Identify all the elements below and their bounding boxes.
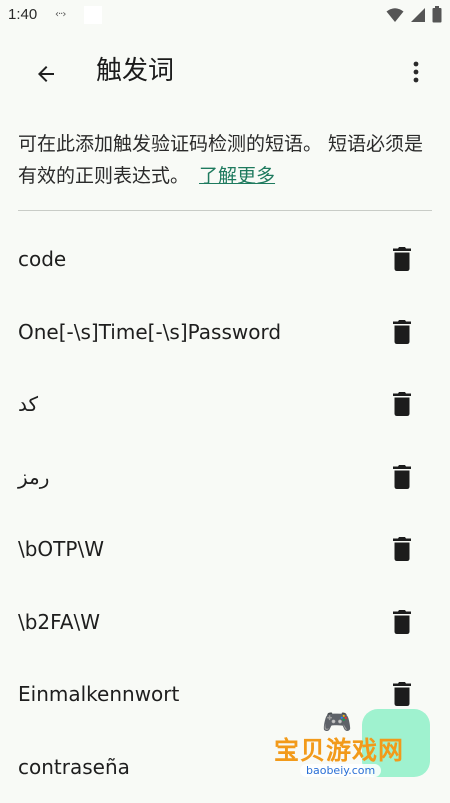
status-time: 1:40 [8,6,37,23]
phrase-text: code [18,245,66,273]
trash-icon [393,392,411,416]
watermark-domain: baobeiy.com [300,764,381,777]
trash-icon [393,465,411,489]
trash-icon [393,537,411,561]
delete-phrase-button[interactable] [388,461,416,493]
watermark: 🎮 宝贝游戏网 baobeiy.com [270,705,435,790]
phrase-text: \bOTP\W [18,535,104,563]
status-placeholder [84,6,102,24]
phrase-row: code [0,223,450,296]
trash-icon [393,247,411,271]
status-notification-icon: ‹··› [55,9,65,20]
arrow-back-icon [34,62,58,86]
phrase-text: \b2FA\W [18,608,100,636]
phrase-row: One[-\s]Time[-\s]Password [0,296,450,369]
watermark-text: 宝贝游戏网 [274,731,404,767]
delete-phrase-button[interactable] [388,388,416,420]
phrase-row: رمز [0,441,450,514]
delete-phrase-button[interactable] [388,243,416,275]
delete-phrase-button[interactable] [388,316,416,348]
battery-icon [432,6,442,23]
app-bar: 触发词 [0,40,450,104]
wifi-icon [386,7,404,23]
phrase-row: \b2FA\W [0,586,450,659]
trash-icon [393,682,411,706]
phrase-text: Einmalkennwort [18,680,179,708]
phrase-text: رمز [18,463,49,491]
signal-icon [410,7,426,23]
phrase-row: \bOTP\W [0,513,450,586]
delete-phrase-button[interactable] [388,606,416,638]
learn-more-link[interactable]: 了解更多 [199,165,275,187]
phrase-text: contraseña [18,753,130,781]
phrase-text: One[-\s]Time[-\s]Password [18,318,281,346]
status-bar: 1:40 ‹··› [0,0,450,32]
more-vert-icon [413,61,419,83]
page-title: 触发词 [96,54,174,88]
description: 可在此添加触发验证码检测的短语。 短语必须是有效的正则表达式。了解更多 [18,128,430,192]
delete-phrase-button[interactable] [388,533,416,565]
more-options-button[interactable] [400,54,432,90]
status-icons [386,6,442,23]
phrase-row: كد [0,368,450,441]
trash-icon [393,610,411,634]
trash-icon [393,320,411,344]
phrase-text: كد [18,390,38,418]
back-button[interactable] [24,52,68,96]
divider [18,210,432,211]
